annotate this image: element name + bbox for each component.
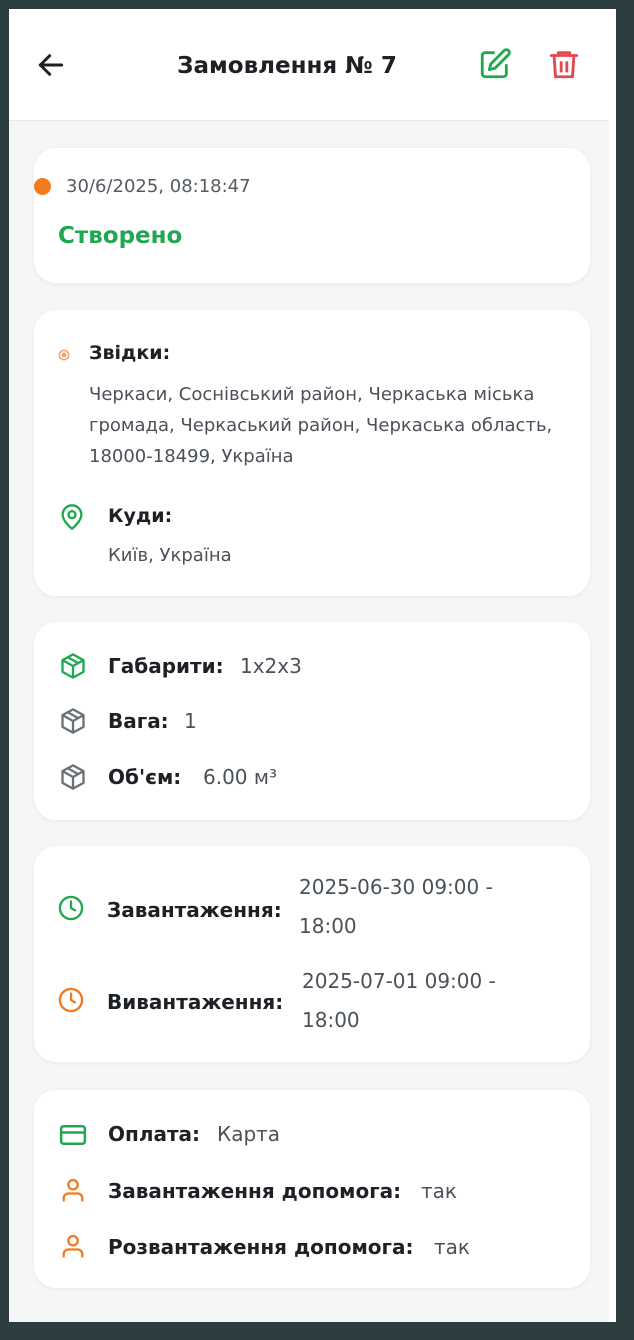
trash-icon[interactable] [547, 47, 581, 81]
app-screen: Замовлення № 7 30/6/2025, 08:18:47 Створ… [9, 9, 615, 1322]
weight-value: 1 [184, 709, 197, 733]
to-address: Київ, Україна [108, 545, 232, 566]
map-pin-icon [61, 504, 83, 530]
payment-label: Оплата: [108, 1122, 201, 1146]
unloading-help-value: так [434, 1235, 470, 1259]
origin-pin-icon [58, 349, 70, 361]
scrollbar-track[interactable] [609, 9, 616, 1322]
user-icon [62, 1178, 84, 1202]
user-icon [62, 1234, 84, 1258]
top-bar: Замовлення № 7 [9, 9, 615, 121]
status-badge: Створено [58, 223, 183, 249]
credit-card-icon [59, 1125, 87, 1145]
box-icon [61, 653, 85, 679]
dimensions-label: Габарити: [108, 654, 224, 678]
from-label: Звідки: [89, 342, 171, 364]
clock-icon [58, 987, 84, 1013]
loading-help-value: так [421, 1179, 457, 1203]
order-date: 30/6/2025, 08:18:47 [66, 176, 251, 197]
payment-value: Карта [217, 1122, 281, 1146]
volume-label: Об'єм: [108, 765, 182, 789]
edit-icon[interactable] [478, 47, 512, 81]
unloading-label: Вивантаження: [107, 990, 284, 1014]
loading-time-end: 18:00 [299, 914, 357, 938]
unloading-time-start: 2025-07-01 09:00 - [302, 969, 496, 993]
from-address: Черкаси, Соснівський район, Черкаська мі… [89, 384, 553, 467]
dimensions-value: 1x2x3 [240, 654, 302, 678]
loading-time-start: 2025-06-30 09:00 - [299, 875, 493, 899]
weight-label: Вага: [108, 709, 169, 733]
clock-icon [58, 895, 84, 921]
volume-value: 6.00 м³ [203, 765, 277, 789]
box-icon [61, 708, 85, 734]
box-icon [61, 764, 85, 790]
to-label: Куди: [108, 505, 173, 527]
loading-help-label: Завантаження допомога: [108, 1179, 402, 1203]
status-dot [34, 178, 51, 195]
unloading-help-label: Розвантаження допомога: [108, 1235, 414, 1259]
unloading-time-end: 18:00 [302, 1008, 360, 1032]
loading-label: Завантаження: [107, 898, 282, 922]
status-card [34, 148, 590, 283]
